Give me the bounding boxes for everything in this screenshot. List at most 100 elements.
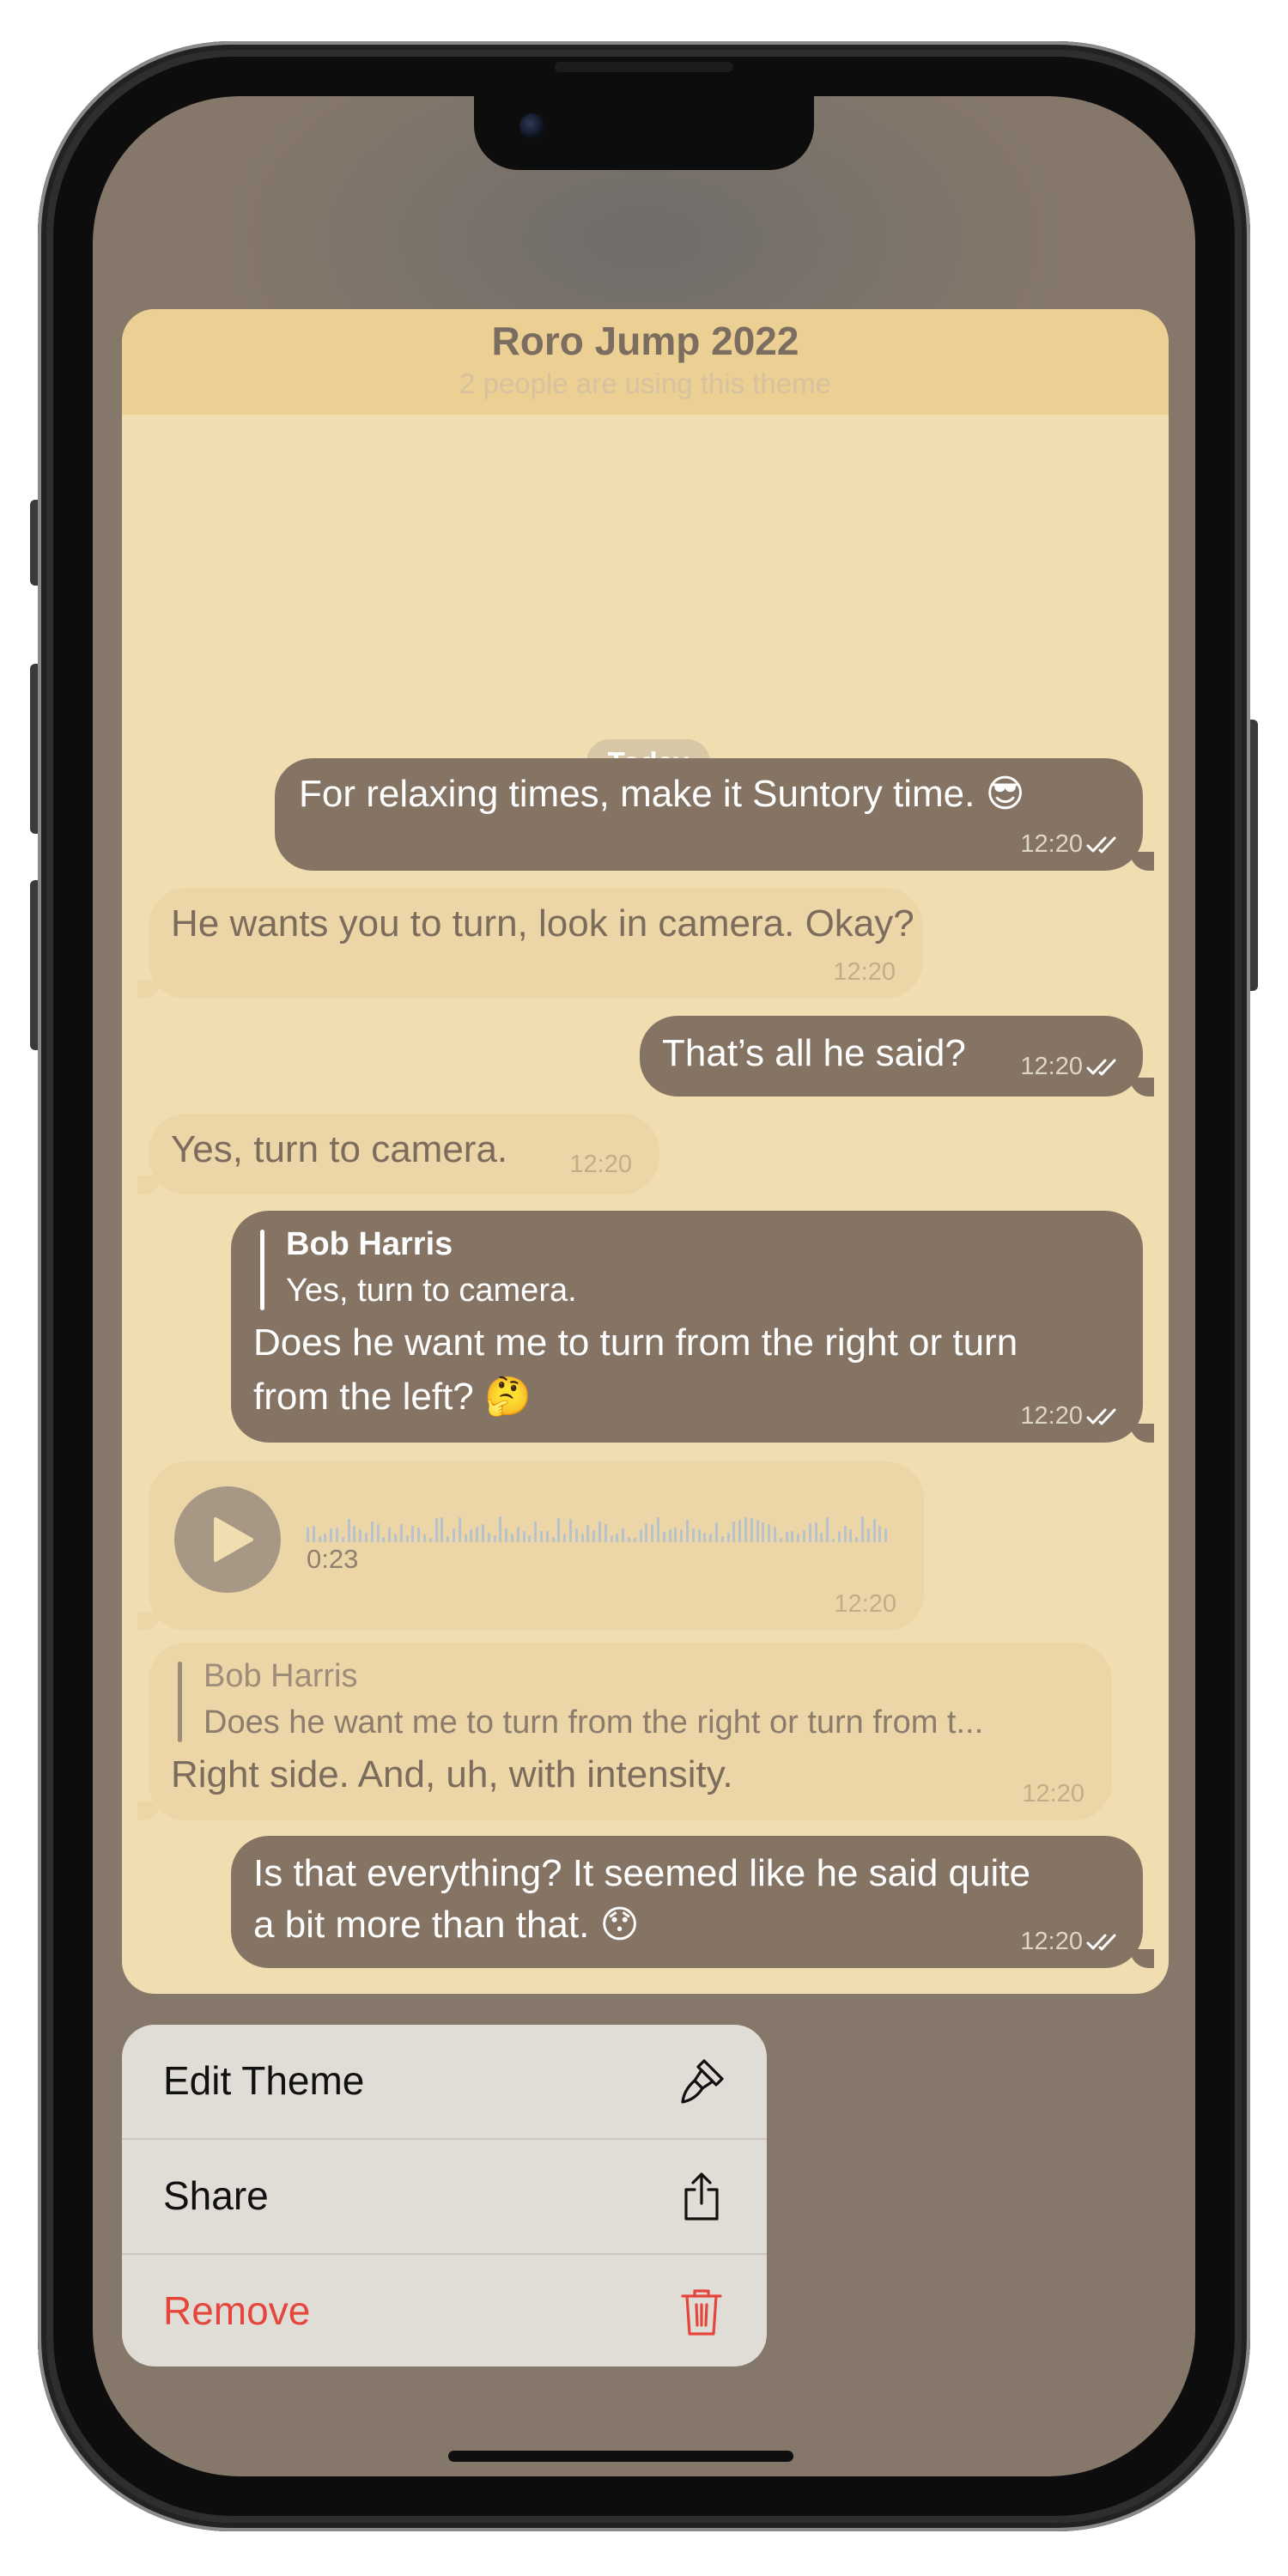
waveform-bar <box>417 1528 421 1542</box>
waveform-bar <box>861 1516 864 1542</box>
waveform-bar <box>411 1526 415 1542</box>
waveform-bar <box>365 1533 368 1542</box>
waveform-bar <box>307 1528 309 1542</box>
waveform-bar <box>697 1529 701 1542</box>
message-text: Right side. And, uh, with intensity. <box>171 1753 733 1795</box>
waveform-bar <box>324 1534 327 1542</box>
waveform-bar <box>791 1531 794 1542</box>
waveform-bar <box>715 1522 718 1542</box>
double-check-icon <box>1086 1059 1116 1076</box>
home-indicator[interactable] <box>448 2451 793 2462</box>
theme-title: Roro Jump 2022 <box>491 319 799 363</box>
waveform-bar <box>493 1535 496 1542</box>
incoming-message[interactable]: Yes, turn to camera. 12:20 <box>137 1114 659 1194</box>
waveform-bar <box>633 1538 636 1542</box>
message-time: 12:20 <box>833 958 896 986</box>
menu-item-share[interactable]: Share <box>122 2140 767 2253</box>
voice-duration: 0:23 <box>307 1544 359 1574</box>
waveform-bar <box>487 1533 490 1542</box>
outgoing-reply-message[interactable]: Bob Harris Yes, turn to camera. Does he … <box>231 1211 1154 1443</box>
waveform-bar <box>499 1516 502 1542</box>
waveform-bar <box>598 1522 601 1542</box>
waveform-bar <box>826 1517 829 1542</box>
front-camera <box>519 113 545 139</box>
waveform-bar <box>691 1528 695 1542</box>
waveform-bar <box>370 1522 374 1542</box>
play-button[interactable] <box>174 1486 281 1593</box>
waveform-bar <box>534 1522 538 1542</box>
menu-item-label: Edit Theme <box>163 2058 365 2103</box>
waveform-bar <box>779 1538 782 1542</box>
reply-quote-bar <box>260 1230 264 1310</box>
waveform-bar <box>569 1519 572 1542</box>
outgoing-message[interactable]: That’s all he said? 12:20 <box>640 1016 1154 1097</box>
voice-waveform[interactable] <box>307 1511 890 1542</box>
message-time: 12:20 <box>1020 1053 1083 1080</box>
incoming-reply-message[interactable]: Bob Harris Does he want me to turn from … <box>137 1643 1112 1820</box>
waveform-bar <box>610 1535 613 1542</box>
share-icon <box>684 2172 719 2221</box>
waveform-bar <box>423 1534 426 1542</box>
outgoing-message[interactable]: Is that everything? It seemed like he sa… <box>231 1836 1154 1968</box>
theme-usage-count: 2 people are using this theme <box>459 368 831 399</box>
waveform-bar <box>447 1536 450 1542</box>
waveform-bar <box>622 1528 625 1542</box>
waveform-bar <box>428 1538 432 1542</box>
double-check-icon <box>1086 836 1116 854</box>
waveform-bar <box>516 1527 519 1542</box>
waveform-bar <box>674 1528 677 1542</box>
waveform-bar <box>645 1523 648 1542</box>
waveform-bar <box>732 1522 736 1542</box>
message-time: 12:20 <box>1020 1402 1083 1430</box>
play-icon <box>214 1517 253 1562</box>
waveform-bar <box>744 1517 747 1542</box>
waveform-bar <box>464 1534 467 1542</box>
menu-item-edit-theme[interactable]: Edit Theme <box>122 2025 767 2138</box>
waveform-bar <box>341 1537 344 1542</box>
waveform-bar <box>528 1535 532 1542</box>
waveform-bar <box>849 1529 853 1542</box>
message-time: 12:20 <box>1020 1928 1083 1955</box>
waveform-bar <box>738 1520 742 1542</box>
waveform-bar <box>604 1524 607 1542</box>
outgoing-message[interactable]: For relaxing times, make it Suntory time… <box>275 758 1154 871</box>
waveform-bar <box>866 1528 870 1542</box>
waveform-bar <box>557 1518 561 1542</box>
double-check-icon <box>1086 1408 1116 1425</box>
double-check-icon <box>1086 1934 1116 1951</box>
menu-item-remove[interactable]: Remove <box>122 2255 767 2366</box>
waveform-bar <box>884 1528 888 1542</box>
context-menu: Edit Theme Share Remove <box>122 2025 767 2366</box>
incoming-message[interactable]: He wants you to turn, look in camera. Ok… <box>137 888 923 999</box>
waveform-bar <box>586 1525 590 1542</box>
waveform-bar <box>394 1534 397 1542</box>
waveform-bar <box>657 1517 659 1542</box>
waveform-bar <box>592 1530 596 1542</box>
waveform-bar <box>476 1527 479 1542</box>
waveform-bar <box>832 1539 835 1542</box>
waveform-bar <box>720 1536 724 1542</box>
waveform-bar <box>376 1524 380 1542</box>
waveform-bar <box>855 1537 859 1542</box>
trash-icon <box>681 2289 722 2336</box>
waveform-bar <box>540 1531 543 1542</box>
incoming-voice-message[interactable]: 0:23 12:20 <box>137 1461 924 1631</box>
theme-preview-card[interactable]: Roro Jump 2022 2 people are using this t… <box>122 309 1169 1994</box>
message-text: That’s all he said? <box>662 1032 966 1074</box>
waveform-bar <box>470 1529 473 1542</box>
waveform-bar <box>574 1528 578 1542</box>
message-text: Yes, turn to camera. <box>171 1128 508 1170</box>
waveform-bar <box>616 1534 619 1542</box>
waveform-bar <box>545 1531 549 1542</box>
waveform-bar <box>808 1523 811 1542</box>
waveform-bar <box>628 1537 630 1542</box>
menu-item-label: Share <box>163 2173 269 2218</box>
notch <box>474 96 814 170</box>
waveform-bar <box>680 1529 683 1542</box>
earpiece-speaker <box>555 62 733 72</box>
waveform-bar <box>434 1518 438 1542</box>
waveform-bar <box>668 1529 671 1542</box>
waveform-bar <box>774 1527 776 1542</box>
waveform-bar <box>762 1522 765 1542</box>
waveform-bar <box>843 1526 847 1542</box>
